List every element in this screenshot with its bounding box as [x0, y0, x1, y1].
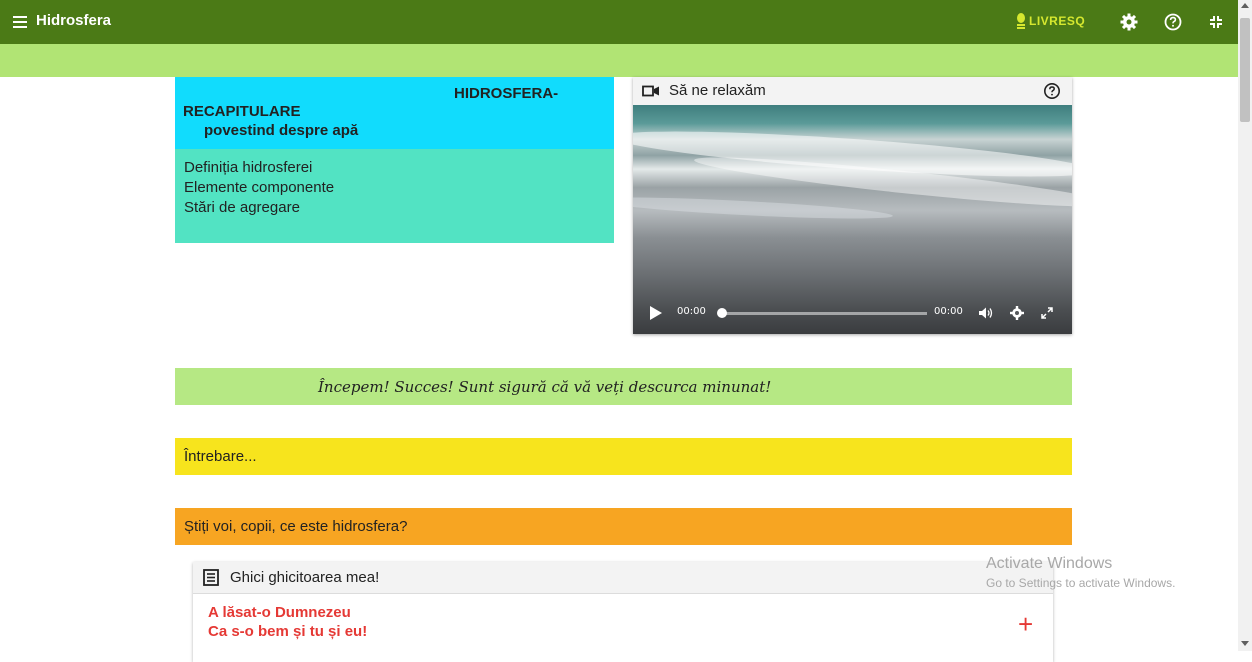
- settings-button[interactable]: [1119, 12, 1139, 32]
- play-icon[interactable]: [650, 306, 662, 320]
- duration-time: 00:00: [934, 306, 963, 317]
- gear-icon: [1120, 13, 1138, 31]
- question-header-text: Întrebare...: [184, 448, 257, 465]
- topic-item: Stări de agregare: [184, 199, 300, 216]
- video-progress-bar[interactable]: [723, 312, 927, 315]
- exit-fullscreen-icon: [1210, 16, 1222, 28]
- video-settings-icon[interactable]: [1009, 305, 1025, 321]
- video-help-icon[interactable]: [1043, 82, 1061, 100]
- help-button[interactable]: [1163, 12, 1183, 32]
- video-widget: Să ne relaxăm 00:00 00:00: [633, 77, 1072, 334]
- question-banner: Știți voi, copii, ce este hidrosfera?: [175, 508, 1072, 545]
- activate-windows-hint: Go to Settings to activate Windows.: [986, 576, 1176, 590]
- scroll-down-icon[interactable]: [1241, 641, 1249, 646]
- encouragement-banner: Începem! Succes! Sunt sigură că vă veți …: [175, 368, 1072, 405]
- expand-plus-icon[interactable]: +: [1018, 611, 1033, 637]
- top-app-bar: Hidrosfera LIVRESQ: [0, 0, 1238, 44]
- lesson-title-line2: RECAPITULARE: [183, 103, 301, 120]
- document-icon: [203, 569, 219, 586]
- app-title: Hidrosfera: [36, 12, 112, 29]
- scrollbar-thumb[interactable]: [1240, 18, 1250, 122]
- livresq-logo-icon: [1017, 13, 1025, 29]
- current-time: 00:00: [677, 306, 706, 317]
- volume-icon[interactable]: [978, 305, 994, 321]
- wave-foam: [633, 193, 894, 223]
- riddle-title: Ghici ghicitoarea mea!: [230, 569, 380, 586]
- encouragement-text: Începem! Succes! Sunt sigură că vă veți …: [318, 378, 772, 396]
- exit-fullscreen-button[interactable]: [1206, 12, 1226, 32]
- logo-text: LIVRESQ: [1029, 14, 1086, 28]
- riddle-line-1: A lăsat-o Dumnezeu: [208, 604, 351, 621]
- video-title: Să ne relaxăm: [669, 82, 766, 99]
- lesson-title-line1: HIDROSFERA-: [454, 85, 559, 102]
- lesson-topics-card: Definiția hidrosferei Elemente component…: [175, 149, 614, 243]
- question-text: Știți voi, copii, ce este hidrosfera?: [184, 518, 408, 535]
- riddle-header: Ghici ghicitoarea mea!: [193, 562, 1053, 594]
- riddle-card: Ghici ghicitoarea mea! A lăsat-o Dumneze…: [193, 562, 1053, 662]
- menu-button[interactable]: [12, 12, 32, 32]
- activate-windows-title: Activate Windows: [986, 555, 1113, 572]
- sub-header-bar: [0, 44, 1238, 77]
- lesson-subtitle: povestind despre apă: [204, 122, 359, 139]
- progress-knob[interactable]: [717, 308, 727, 318]
- vertical-scrollbar[interactable]: [1238, 0, 1252, 651]
- livresq-logo: LIVRESQ: [1016, 13, 1085, 29]
- topic-item: Definiția hidrosferei: [184, 159, 313, 176]
- fullscreen-icon[interactable]: [1039, 305, 1055, 321]
- scroll-up-icon[interactable]: [1241, 3, 1249, 8]
- hamburger-icon: [13, 16, 27, 28]
- video-header: Să ne relaxăm: [633, 77, 1072, 105]
- topic-item: Elemente componente: [184, 179, 335, 196]
- riddle-line-2: Ca s-o bem și tu și eu!: [208, 623, 368, 640]
- help-circle-icon: [1164, 13, 1182, 31]
- topics-list: Definiția hidrosferei Elemente component…: [175, 149, 614, 218]
- question-header-banner: Întrebare...: [175, 438, 1072, 475]
- video-controls: 00:00 00:00: [633, 297, 1072, 334]
- lesson-title-card: HIDROSFERA- RECAPITULARE povestind despr…: [175, 77, 614, 149]
- video-camera-icon: [642, 85, 659, 97]
